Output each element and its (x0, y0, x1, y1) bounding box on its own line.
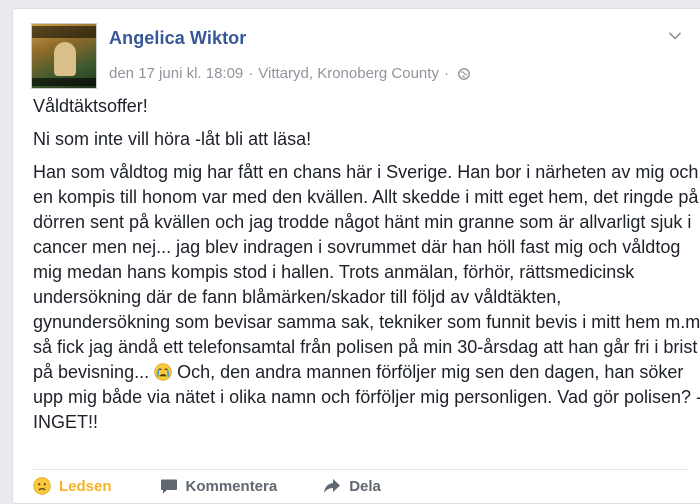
profile-avatar[interactable] (31, 23, 97, 89)
post-actions-bar: Ledsen Kommentera Dela (33, 477, 381, 495)
comment-label: Kommentera (185, 477, 278, 495)
post-paragraph: Ni som inte vill höra -låt bli att läsa! (33, 129, 312, 149)
meta-separator: · (443, 65, 449, 82)
avatar-banner-top (32, 26, 96, 38)
share-button[interactable]: Dela (323, 478, 381, 495)
actions-divider (33, 469, 688, 470)
post-paragraph: Våldtäktsoffer! (33, 96, 148, 116)
sad-face-icon (33, 477, 51, 495)
globe-icon[interactable] (458, 67, 470, 80)
post-meta: den 17 juni kl. 18:09 · Vittaryd, Kronob… (109, 65, 470, 82)
crying-face-icon (154, 363, 172, 381)
post-date-link[interactable]: den 17 juni kl. 18:09 (109, 65, 243, 82)
author-name-link[interactable]: Angelica Wiktor (109, 28, 246, 49)
post-paragraph-main: Han som våldtog mig har fått en chans hä… (33, 160, 700, 435)
avatar-figure (54, 42, 76, 76)
post-location-link[interactable]: Vittaryd, Kronoberg County (258, 65, 439, 82)
share-label: Dela (349, 477, 381, 495)
avatar-banner-bottom (32, 78, 96, 86)
post-body: Våldtäktsoffer! Ni som inte vill höra -l… (33, 94, 700, 435)
reaction-button[interactable]: Ledsen (33, 477, 112, 495)
comment-bubble-icon (160, 479, 177, 493)
comment-button[interactable]: Kommentera (160, 477, 278, 495)
chevron-down-icon[interactable] (668, 31, 682, 41)
reaction-label: Ledsen (59, 477, 112, 495)
post-paragraph-text: Han som våldtog mig har fått en chans hä… (33, 162, 700, 382)
post-card: Angelica Wiktor den 17 juni kl. 18:09 · … (12, 8, 700, 504)
meta-separator: · (248, 65, 254, 82)
share-arrow-icon (324, 479, 341, 493)
